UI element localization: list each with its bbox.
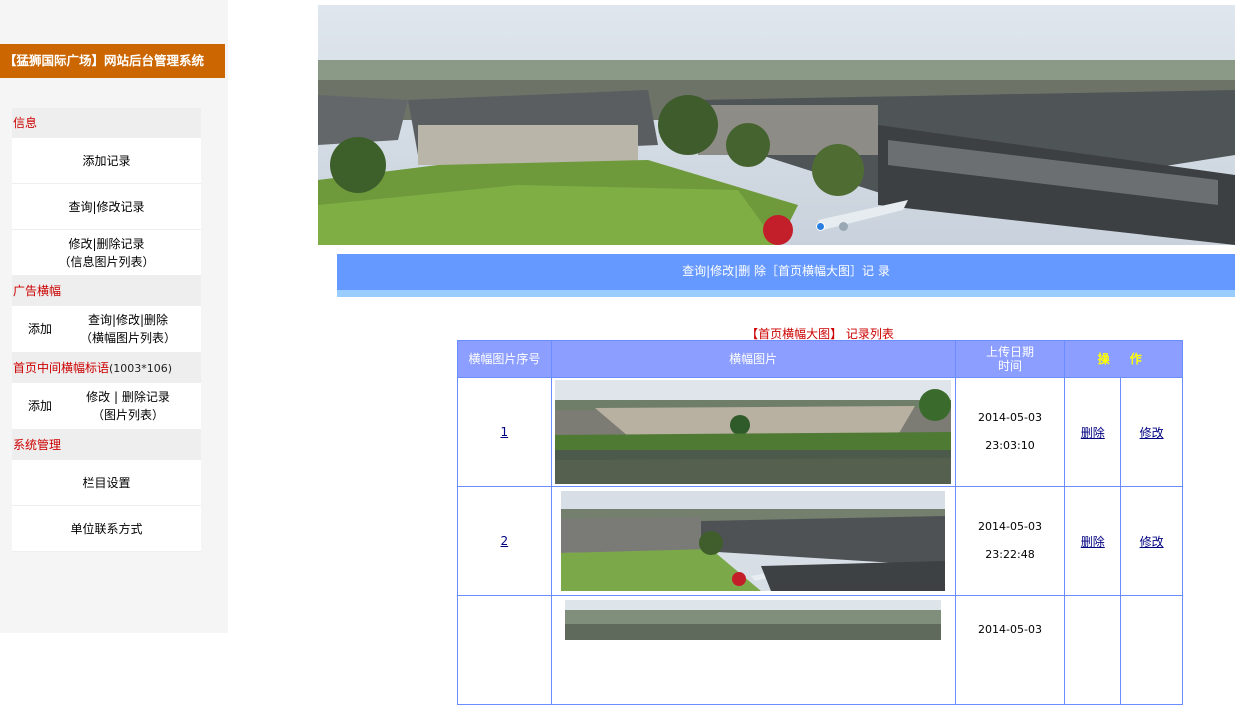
row-image-cell <box>550 486 956 596</box>
menu-query-edit-record-label: 查询|修改记录 <box>68 199 145 214</box>
col-index: 横幅图片序号 <box>457 340 552 378</box>
menu-slogan-add[interactable]: 添加 <box>12 397 68 415</box>
menu-contact-info-label: 单位联系方式 <box>70 521 143 536</box>
table-header-row: 横幅图片序号 横幅图片 上传日期 时间 操 作 <box>457 340 1183 378</box>
section-title-info: 信息 <box>12 108 201 138</box>
menu-edit-delete-record[interactable]: 修改|删除记录 （信息图片列表） <box>12 230 201 276</box>
row-date-cell: 2014-05-03 23:03:10 <box>954 377 1066 487</box>
header-underline <box>337 290 1235 297</box>
edit-link[interactable]: 修改 <box>1140 535 1164 549</box>
row-date: 2014-05-03 <box>978 520 1042 533</box>
row-delete-cell: 删除 <box>1064 377 1122 487</box>
delete-link[interactable]: 删除 <box>1081 426 1105 440</box>
table-row: 2 2014-05-03 23:22:48 删除 修改 <box>457 486 1183 596</box>
row-image-cell <box>550 377 956 487</box>
row-index-cell <box>457 595 552 705</box>
row-index-link[interactable]: 1 <box>501 425 509 439</box>
section-title-home-slogan-label: 首页中间横幅标语 <box>13 361 110 375</box>
banner-thumbnail[interactable] <box>555 380 952 484</box>
delete-link[interactable]: 删除 <box>1081 535 1105 549</box>
menu-query-edit-record[interactable]: 查询|修改记录 <box>12 184 201 230</box>
banner-photo <box>318 5 1235 245</box>
edit-link[interactable]: 修改 <box>1140 426 1164 440</box>
row-edit-cell: 修改 <box>1120 377 1183 487</box>
menu-slogan-manage-line1: 修改 | 删除记录 <box>86 390 170 404</box>
section-title-home-slogan-size: (1003*106) <box>109 362 173 375</box>
table-row: 2014-05-03 <box>457 595 1183 705</box>
menu-ad-banner-manage-line2: （横幅图片列表） <box>79 331 176 345</box>
banner-thumbnail[interactable] <box>565 600 942 640</box>
col-date: 上传日期 时间 <box>954 340 1066 378</box>
menu-add-record[interactable]: 添加记录 <box>12 138 201 184</box>
table-row: 1 2014-05-03 23:03:10 删除 修改 <box>457 377 1183 487</box>
row-time: 23:22:48 <box>985 548 1035 561</box>
menu-edit-delete-record-line2: （信息图片列表） <box>58 254 155 269</box>
col-date-line1: 上传日期 <box>985 345 1034 359</box>
menu-slogan-row: 添加 修改 | 删除记录 （图片列表） <box>12 383 201 430</box>
menu-ad-banner-row: 添加 查询|修改|删除 （横幅图片列表） <box>12 306 201 353</box>
banner-image <box>318 5 1235 245</box>
col-ops: 操 作 <box>1064 340 1183 378</box>
app-brand-title: 【猛狮国际广场】网站后台管理系统 <box>0 44 225 78</box>
section-title-system: 系统管理 <box>12 430 201 460</box>
banner-thumbnail[interactable] <box>561 491 946 591</box>
row-date-cell: 2014-05-03 <box>954 595 1066 705</box>
menu-ad-banner-manage[interactable]: 查询|修改|删除 （横幅图片列表） <box>68 311 188 347</box>
section-title-ad-banner: 广告横幅 <box>12 276 201 306</box>
row-index-cell: 1 <box>457 377 552 487</box>
row-date-cell: 2014-05-03 23:22:48 <box>954 486 1066 596</box>
row-delete-cell: 删除 <box>1064 486 1122 596</box>
menu-add-record-label: 添加记录 <box>82 153 131 168</box>
col-date-line2: 时间 <box>997 359 1022 373</box>
row-date: 2014-05-03 <box>978 411 1042 424</box>
sidebar-menu: 信息 添加记录 查询|修改记录 修改|删除记录 （信息图片列表） 广告横幅 添加… <box>12 108 201 552</box>
menu-edit-delete-record-line1: 修改|删除记录 <box>68 236 145 251</box>
row-time: 23:03:10 <box>985 439 1035 452</box>
row-date: 2014-05-03 <box>978 623 1042 636</box>
col-image: 横幅图片 <box>550 340 956 378</box>
slider-dot-2[interactable] <box>839 222 848 231</box>
menu-column-settings[interactable]: 栏目设置 <box>12 460 201 506</box>
menu-contact-info[interactable]: 单位联系方式 <box>12 506 201 552</box>
menu-slogan-manage[interactable]: 修改 | 删除记录 （图片列表） <box>68 388 188 424</box>
section-title-home-slogan: 首页中间横幅标语(1003*106) <box>12 353 201 383</box>
menu-slogan-manage-line2: （图片列表） <box>91 408 164 422</box>
row-index-cell: 2 <box>457 486 552 596</box>
row-delete-cell <box>1064 595 1122 705</box>
sidebar: 【猛狮国际广场】网站后台管理系统 信息 添加记录 查询|修改记录 修改|删除记录… <box>0 0 228 633</box>
page-header-bar: 查询|修改|删 除［首页横幅大图］记 录 <box>337 254 1235 290</box>
row-index-link[interactable]: 2 <box>501 534 509 548</box>
slider-dot-1[interactable] <box>816 222 825 231</box>
menu-column-settings-label: 栏目设置 <box>82 475 131 490</box>
records-table: 横幅图片序号 横幅图片 上传日期 时间 操 作 1 2014-05-03 23:… <box>457 340 1183 705</box>
menu-ad-banner-manage-line1: 查询|修改|删除 <box>87 313 169 327</box>
row-image-cell <box>550 595 956 705</box>
row-edit-cell: 修改 <box>1120 486 1183 596</box>
menu-ad-banner-add[interactable]: 添加 <box>12 320 68 338</box>
row-edit-cell <box>1120 595 1183 705</box>
